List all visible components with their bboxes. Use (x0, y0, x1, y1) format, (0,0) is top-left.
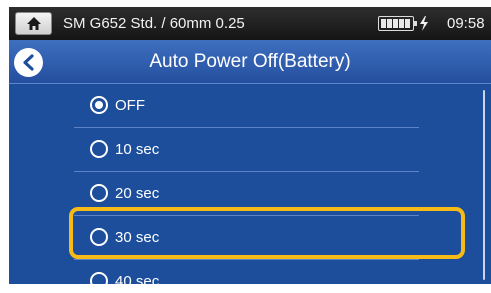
status-bar: SM G652 Std. / 60mm 0.25 09:58 (9, 7, 491, 40)
option-label: 40 sec (115, 273, 160, 284)
option-40-sec[interactable]: 40 sec (74, 260, 419, 284)
home-button[interactable] (15, 12, 52, 35)
radio-unchecked-icon[interactable] (90, 140, 108, 158)
clock: 09:58 (447, 15, 485, 32)
option-10-sec[interactable]: 10 sec (74, 128, 419, 172)
radio-unchecked-icon[interactable] (90, 184, 108, 202)
title-bar: Auto Power Off(Battery) (9, 40, 491, 84)
status-title: SM G652 Std. / 60mm 0.25 (63, 15, 245, 32)
option-label: 20 sec (115, 185, 160, 202)
lightning-bolt-icon (420, 16, 428, 31)
option-label: 10 sec (115, 141, 160, 158)
home-icon (27, 17, 41, 30)
radio-checked-icon[interactable] (90, 96, 108, 114)
option-off[interactable]: OFF (74, 84, 419, 128)
battery-full-icon (378, 16, 417, 31)
scrollbar[interactable] (483, 90, 485, 280)
radio-unchecked-icon[interactable] (90, 272, 108, 284)
option-label: OFF (115, 97, 145, 114)
highlight-frame (69, 207, 465, 259)
page-title: Auto Power Off(Battery) (149, 51, 351, 72)
